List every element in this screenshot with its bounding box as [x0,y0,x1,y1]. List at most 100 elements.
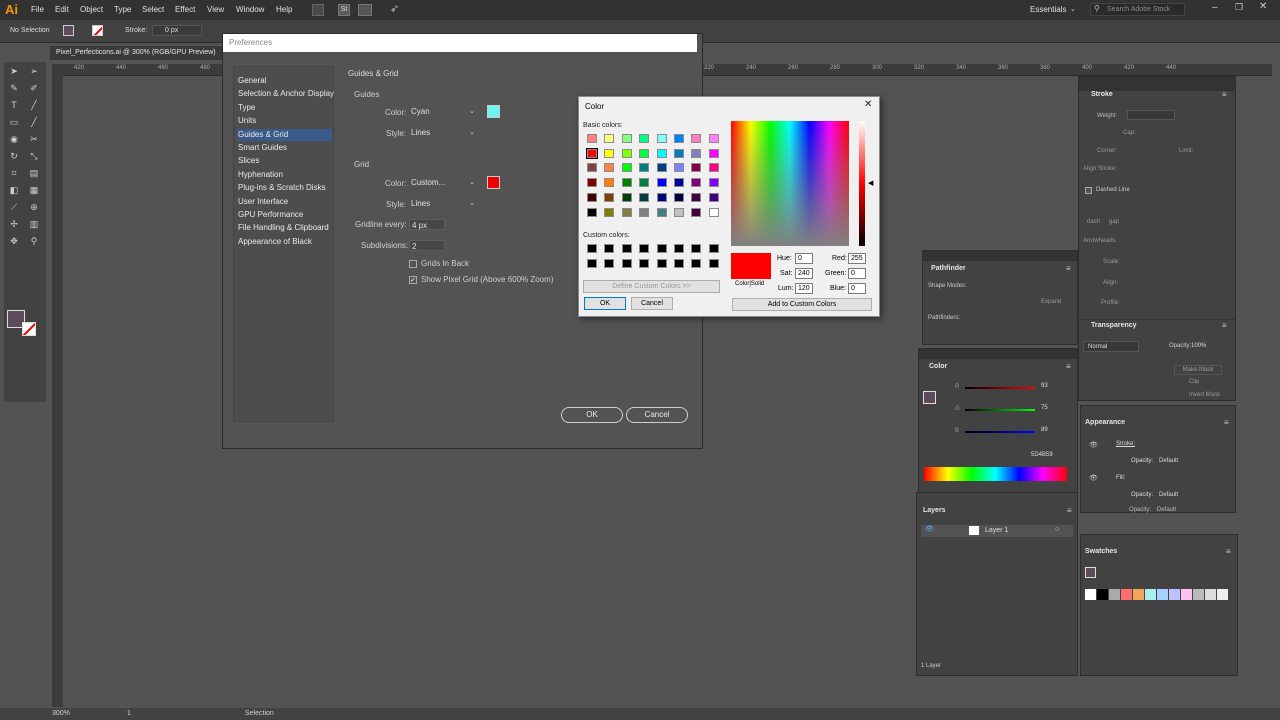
gpu-rocket-icon[interactable]: ➶ [390,2,399,15]
swatch[interactable] [1097,589,1108,600]
basic-color-swatch[interactable] [708,163,719,173]
subdivisions-input[interactable]: 2 [409,240,445,251]
layer-row[interactable]: 👁 Layer 1 ○ [921,525,1073,537]
swatch[interactable] [1169,589,1180,600]
tool-icon[interactable]: ➤ [8,66,20,76]
basic-color-swatch[interactable] [674,163,684,173]
swatch[interactable] [1181,589,1192,600]
menu-object[interactable]: Object [80,5,103,14]
pref-category[interactable]: Type [237,102,332,114]
close-icon[interactable]: ✕ [1259,1,1267,12]
basic-color-swatch[interactable] [639,207,650,217]
swatch[interactable] [1217,589,1228,600]
basic-color-swatch[interactable] [604,178,615,188]
menu-view[interactable]: View [207,5,224,14]
guides-style-dropdown[interactable]: Lines ⌄ [411,127,477,139]
basic-color-swatch[interactable] [656,163,667,173]
swatch[interactable] [1205,589,1216,600]
tool-icon[interactable]: ➢ [28,66,40,76]
preferences-cancel-button[interactable]: Cancel [626,407,688,423]
swatch[interactable] [1109,589,1120,600]
restore-icon[interactable]: ❐ [1235,2,1243,13]
custom-color-swatch[interactable] [656,244,667,253]
r-value[interactable]: 93 [1041,383,1048,389]
bridge-icon[interactable] [312,4,324,16]
basic-color-swatch[interactable] [639,148,650,158]
custom-color-swatch[interactable] [656,258,667,268]
basic-color-swatch[interactable] [621,192,632,202]
basic-color-swatch[interactable] [587,207,597,217]
basic-color-swatch[interactable] [674,192,684,202]
tool-icon[interactable]: ⊕ [28,202,40,212]
custom-color-swatch[interactable] [639,244,650,253]
basic-color-swatch[interactable] [639,192,650,202]
swatch[interactable] [1085,589,1096,600]
tool-icon[interactable]: ▭ [8,117,20,127]
basic-color-swatch[interactable] [587,163,597,173]
panel-menu-icon[interactable]: ≡ [1067,506,1072,515]
dashed-line-checkbox[interactable] [1085,187,1092,194]
blend-mode-dropdown[interactable]: Normal [1083,341,1139,352]
custom-color-swatch[interactable] [587,244,597,253]
basic-color-swatch[interactable] [691,192,702,202]
custom-color-swatch[interactable] [708,244,719,253]
eye-icon[interactable]: 👁 [1089,441,1098,449]
eye-icon[interactable]: 👁 [925,525,934,533]
tool-icon[interactable]: ╱ [28,100,40,110]
fill-swatch[interactable] [63,25,74,36]
basic-color-swatch[interactable] [708,134,719,143]
hex-value[interactable]: 5D4B59 [1031,452,1053,458]
custom-color-swatch[interactable] [639,258,650,268]
basic-color-swatch[interactable] [621,148,632,158]
tool-icon[interactable]: ⌗ [8,168,20,178]
basic-color-swatch[interactable] [639,178,650,188]
artboard-number[interactable]: 1 [127,710,131,717]
tool-icon[interactable]: ⤡ [28,151,40,161]
red-input[interactable]: 255 [848,253,866,264]
panel-menu-icon[interactable]: ≡ [1222,321,1227,330]
color-fill-swatch[interactable] [923,391,936,404]
swatch[interactable] [1193,589,1204,600]
basic-color-swatch[interactable] [621,163,632,173]
basic-color-swatch[interactable] [639,163,650,173]
green-input[interactable]: 0 [848,268,866,279]
swatch[interactable] [1121,589,1132,600]
preferences-ok-button[interactable]: OK [561,407,623,423]
panel-menu-icon[interactable]: ≡ [1224,418,1229,427]
tool-icon[interactable]: ✐ [28,83,40,93]
panel-menu-icon[interactable]: ≡ [1066,264,1071,273]
stock-icon[interactable]: St [338,4,350,16]
gridline-input[interactable]: 4 px [409,219,445,230]
swatch[interactable] [1133,589,1144,600]
pref-category[interactable]: File Handling & Clipboard [237,222,332,234]
menu-type[interactable]: Type [114,5,131,14]
luminance-slider[interactable] [859,121,865,246]
zoom-level[interactable]: 300% [52,710,70,717]
basic-color-swatch[interactable] [604,207,615,217]
luminance-arrow-icon[interactable]: ◀ [868,179,873,187]
custom-color-swatch[interactable] [587,258,597,268]
custom-color-swatch[interactable] [604,258,615,268]
document-tab[interactable]: Pixel_Perfecticons.ai @ 300% (RGB/GPU Pr… [50,46,222,60]
tool-icon[interactable]: ✎ [8,83,20,93]
pref-category[interactable]: Selection & Anchor Display [237,88,334,100]
grid-color-dropdown[interactable]: Custom... ⌄ [411,177,477,189]
basic-color-swatch[interactable] [708,192,719,202]
basic-color-swatch[interactable] [674,207,684,217]
menu-effect[interactable]: Effect [175,5,195,14]
tool-icon[interactable]: T [8,100,20,110]
tool-icon[interactable]: ✢ [8,219,20,229]
blue-input[interactable]: 0 [848,283,866,294]
layer-name[interactable]: Layer 1 [985,527,1008,534]
pixel-grid-checkbox[interactable]: ✓ [409,276,417,284]
menu-window[interactable]: Window [236,5,264,14]
basic-color-swatch[interactable] [621,207,632,217]
pref-category[interactable]: Units [237,115,332,127]
weight-input[interactable] [1127,110,1175,120]
basic-color-swatch[interactable] [691,178,702,188]
pref-category[interactable]: Smart Guides [237,142,332,154]
pref-category[interactable]: User Interface [237,196,332,208]
stroke-weight-field[interactable]: 0 px [152,25,202,36]
panel-menu-icon[interactable]: ≡ [1066,362,1071,371]
menu-help[interactable]: Help [276,5,292,14]
